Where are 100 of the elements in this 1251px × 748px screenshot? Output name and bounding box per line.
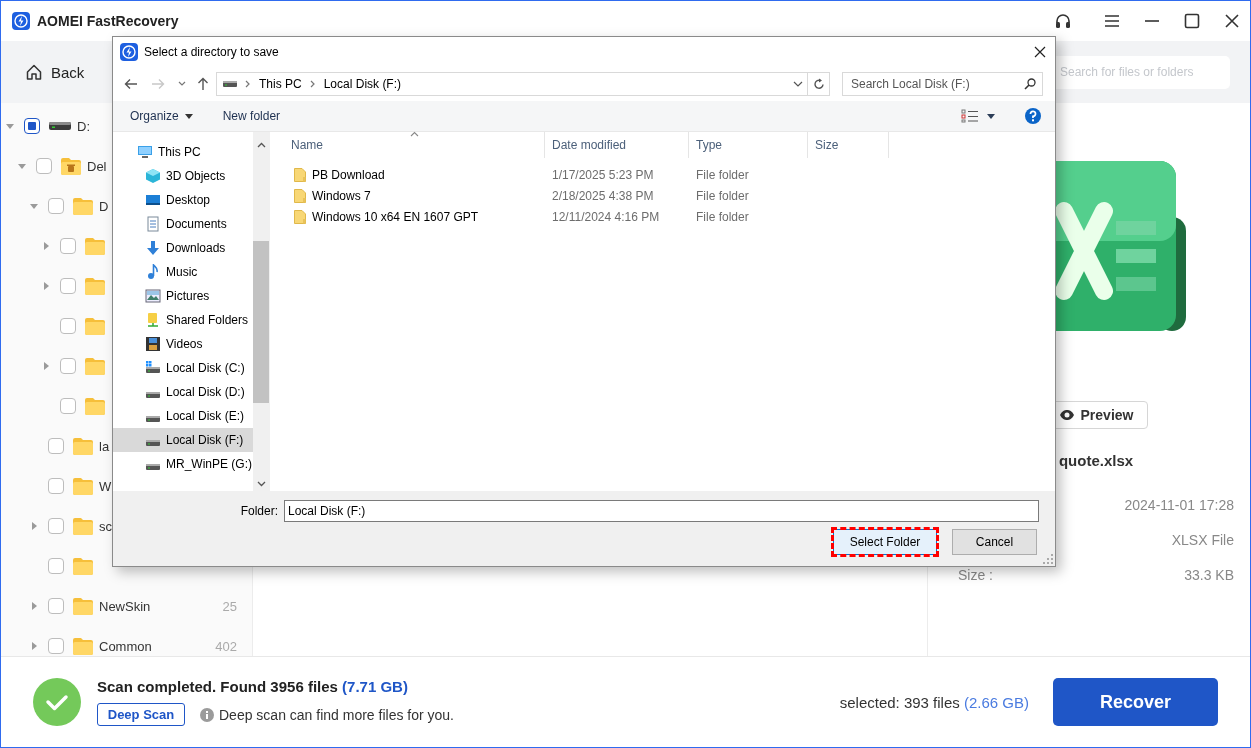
tree-item-label[interactable]: D <box>99 198 109 214</box>
detail-value: XLSX File <box>1171 531 1234 548</box>
breadcrumb[interactable]: Local Disk (F:) <box>323 77 402 91</box>
drive-icon <box>146 463 160 470</box>
detail-value: 2024-11-01 17:28 <box>1124 496 1234 513</box>
triangle-right-icon[interactable] <box>41 241 51 251</box>
tree-item-label[interactable]: Common <box>99 638 152 654</box>
menu-button[interactable]: Organize <box>130 109 193 123</box>
help-icon[interactable] <box>1025 108 1041 124</box>
navigation-item[interactable]: 3D Objects <box>113 164 253 188</box>
checkbox[interactable] <box>48 438 64 454</box>
search-field[interactable]: Search Local Disk (F:) <box>842 72 1043 96</box>
checkbox[interactable] <box>60 318 76 334</box>
checkbox[interactable] <box>48 478 64 494</box>
checkbox[interactable] <box>48 598 64 614</box>
breadcrumb[interactable]: This PC <box>259 77 302 91</box>
folder-icon <box>72 556 94 576</box>
column-header[interactable]: Name <box>270 132 545 158</box>
file-count: 402 <box>215 638 237 654</box>
triangle-right-icon[interactable] <box>29 601 39 611</box>
checkbox[interactable] <box>60 398 76 414</box>
type-cell-text: File folder <box>695 188 750 203</box>
resize-grip-icon[interactable] <box>1043 554 1053 564</box>
tree-item-label[interactable]: D: <box>77 118 90 134</box>
navigation-item[interactable]: Local Disk (F:) <box>113 428 253 452</box>
tree-item-label[interactable]: sc <box>99 518 112 534</box>
dialog-button[interactable]: Cancel <box>952 529 1037 555</box>
folder-icon <box>72 476 94 496</box>
checkbox[interactable] <box>48 518 64 534</box>
up-arrow-icon[interactable] <box>196 77 210 91</box>
file-row[interactable]: Windows 10 x64 EN 1607 GPT 12/11/2024 4:16 PM File folder <box>270 206 1055 227</box>
address-bar[interactable]: This PC Local Disk (F:) <box>216 72 808 96</box>
triangle-down-icon[interactable] <box>29 201 39 211</box>
navigation-item[interactable]: Pictures <box>113 284 253 308</box>
chevron-right-icon <box>309 80 316 88</box>
chevron-down-icon[interactable] <box>793 81 803 87</box>
checkbox[interactable] <box>48 638 64 654</box>
shared-folder-icon <box>145 312 161 328</box>
navigation-item[interactable]: Local Disk (D:) <box>113 380 253 404</box>
file-row[interactable]: Windows 7 2/18/2025 4:38 PM File folder <box>270 185 1055 206</box>
chevron-down-icon[interactable] <box>178 81 186 87</box>
view-options-icon[interactable] <box>961 109 979 123</box>
field-label: Folder: <box>239 504 278 518</box>
back-arrow-icon[interactable] <box>124 77 138 91</box>
column-header[interactable]: Type <box>689 132 808 158</box>
recover-button[interactable]: Recover <box>1053 678 1218 726</box>
triangle-right-icon[interactable] <box>41 361 51 371</box>
computer-icon <box>137 144 153 160</box>
tree-item-label[interactable]: la <box>99 438 110 454</box>
navigation-item[interactable]: Local Disk (C:) <box>113 356 253 380</box>
deep-scan-button[interactable]: Deep Scan <box>97 703 185 726</box>
checkbox[interactable] <box>48 198 64 214</box>
navigation-item[interactable]: Videos <box>113 332 253 356</box>
highlighted-button[interactable]: Select Folder <box>833 529 937 555</box>
checkbox[interactable] <box>60 278 76 294</box>
navigation-item[interactable]: Music <box>113 260 253 284</box>
triangle-down-icon[interactable] <box>17 161 27 171</box>
toolbar-button[interactable]: New folder <box>222 109 281 123</box>
navigation-item[interactable]: Documents <box>113 212 253 236</box>
navigation-item[interactable]: Desktop <box>113 188 253 212</box>
file-row[interactable]: PB Download 1/17/2025 5:23 PM File folder <box>270 164 1055 185</box>
checkbox[interactable] <box>36 158 52 174</box>
checkbox[interactable] <box>60 238 76 254</box>
tree-item-label[interactable]: Del <box>87 158 107 174</box>
success-check-icon <box>33 678 81 726</box>
triangle-right-icon[interactable] <box>41 281 51 291</box>
checkbox[interactable] <box>60 358 76 374</box>
date-cell-text: 2/18/2025 4:38 PM <box>551 188 655 203</box>
back-button[interactable]: Back <box>25 63 85 81</box>
close-icon[interactable] <box>1034 46 1046 58</box>
home-icon <box>25 63 43 81</box>
triangle-down-icon[interactable] <box>5 121 15 131</box>
menu-icon[interactable] <box>1104 14 1120 28</box>
chevron-down-icon <box>256 481 266 487</box>
navigation-item[interactable]: Local Disk (E:) <box>113 404 253 428</box>
navigation-item[interactable]: Downloads <box>113 236 253 260</box>
landscape-image-icon <box>145 288 161 304</box>
checkbox[interactable] <box>48 558 64 574</box>
navigation-item[interactable]: Shared Folders <box>113 308 253 332</box>
type-cell-text: File folder <box>695 209 750 224</box>
headset-icon[interactable] <box>1054 12 1072 30</box>
triangle-right-icon[interactable] <box>29 641 39 651</box>
navigation-item[interactable]: This PC <box>113 140 253 164</box>
maximize-icon[interactable] <box>1184 13 1200 29</box>
column-header[interactable]: Date modified <box>545 132 689 158</box>
folder-field[interactable]: Local Disk (F:) <box>284 500 1039 522</box>
eye-icon <box>1058 409 1075 421</box>
triangle-right-icon[interactable] <box>29 521 39 531</box>
checkbox[interactable] <box>24 118 40 134</box>
tree-item-label[interactable]: W <box>99 478 112 494</box>
caret-down-icon[interactable] <box>987 113 995 119</box>
close-icon[interactable] <box>1224 13 1240 29</box>
tree-item-label[interactable]: NewSkin <box>99 598 151 614</box>
folder-icon <box>294 209 306 224</box>
refresh-button[interactable] <box>808 72 830 96</box>
folder-icon <box>72 196 94 216</box>
column-header[interactable]: Size <box>808 132 889 158</box>
dialog-title: Select a directory to save <box>144 45 279 59</box>
navigation-item[interactable]: MR_WinPE (G:) <box>113 452 253 476</box>
scrollbar[interactable] <box>253 132 269 491</box>
